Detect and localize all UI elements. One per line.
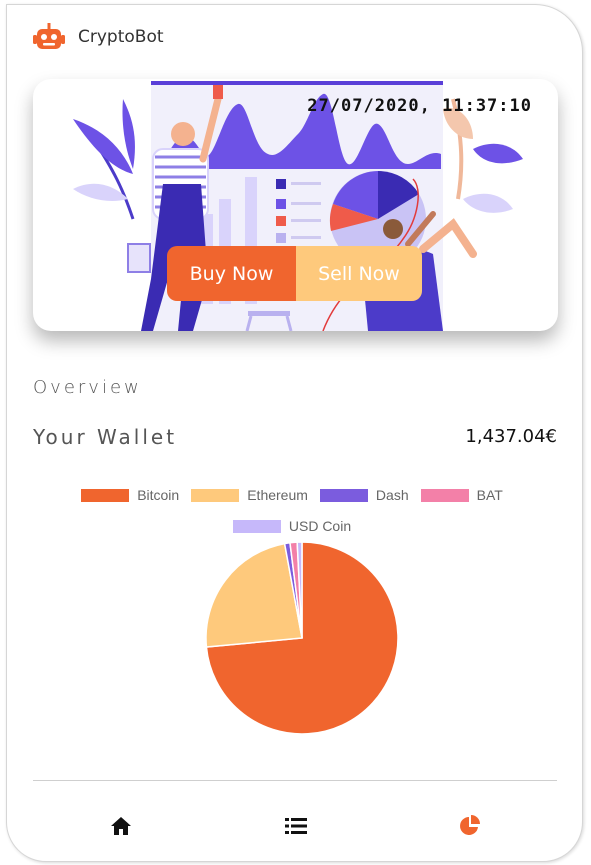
legend-swatch bbox=[319, 489, 368, 502]
nav-list[interactable] bbox=[281, 811, 311, 841]
legend-item[interactable]: Dash bbox=[319, 481, 409, 510]
hero-card: 27/07/2020, 11:37:10 Buy Now Sell Now bbox=[33, 79, 558, 331]
buy-now-button[interactable]: Buy Now bbox=[167, 246, 296, 301]
pie-chart-icon bbox=[460, 815, 480, 835]
legend-swatch bbox=[191, 489, 240, 502]
chart-legend: Bitcoin Ethereum Dash BAT USD Coin bbox=[47, 481, 537, 543]
hero-datetime: 27/07/2020, 11:37:10 bbox=[307, 96, 532, 116]
wallet-label: Your Wallet bbox=[33, 425, 178, 449]
legend-item[interactable]: BAT bbox=[420, 481, 503, 510]
robot-icon bbox=[33, 23, 65, 51]
wallet-balance: 1,437.04€ bbox=[465, 426, 557, 447]
legend-item[interactable]: Bitcoin bbox=[81, 481, 179, 510]
overview-heading: Overview bbox=[33, 377, 142, 398]
legend-swatch bbox=[420, 489, 469, 502]
legend-label: Ethereum bbox=[247, 487, 308, 503]
home-icon bbox=[111, 817, 131, 835]
legend-swatch bbox=[232, 520, 281, 533]
legend-label: BAT bbox=[476, 487, 503, 503]
app-bar: CryptoBot bbox=[33, 22, 164, 52]
app-title: CryptoBot bbox=[78, 27, 164, 47]
nav-home[interactable] bbox=[106, 811, 136, 841]
legend-label: Dash bbox=[375, 487, 409, 503]
nav-divider bbox=[33, 780, 557, 781]
wallet-pie-chart bbox=[205, 541, 399, 735]
sell-now-button[interactable]: Sell Now bbox=[296, 246, 422, 301]
legend-label: Bitcoin bbox=[137, 487, 180, 503]
list-icon bbox=[285, 818, 307, 834]
legend-swatch bbox=[81, 489, 130, 502]
legend-item[interactable]: Ethereum bbox=[191, 481, 308, 510]
app-frame: CryptoBot 27/07/2020, 11:37:10 Buy Now S… bbox=[6, 4, 583, 862]
trade-button-group: Buy Now Sell Now bbox=[167, 246, 422, 301]
nav-chart[interactable] bbox=[455, 811, 485, 841]
